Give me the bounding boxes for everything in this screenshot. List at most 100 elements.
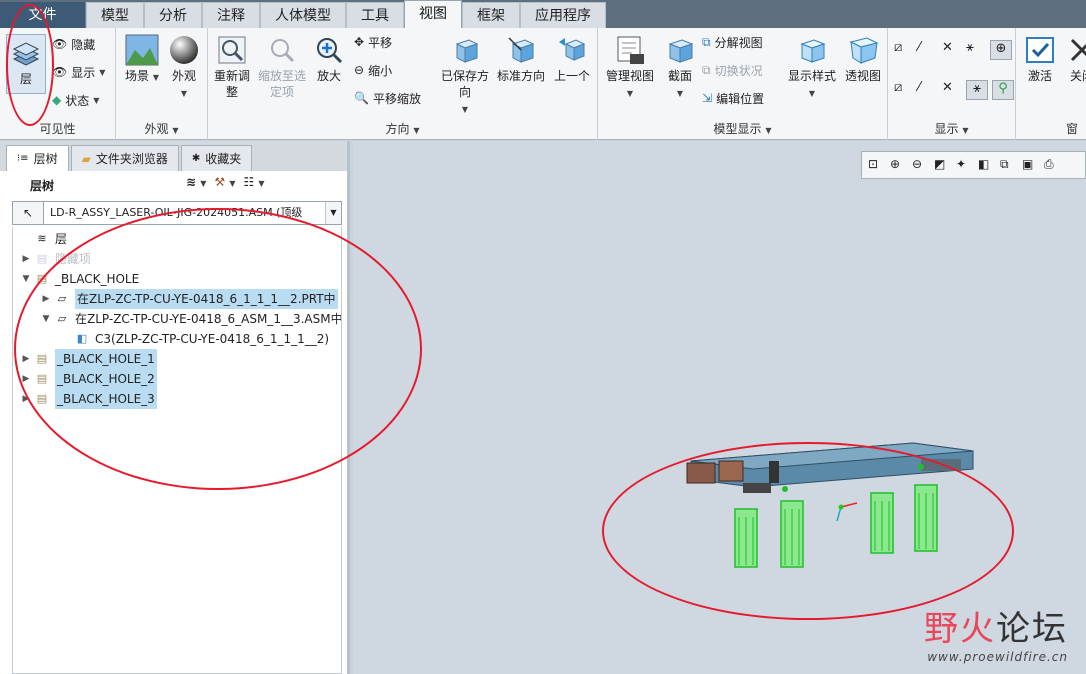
zoom-to-selected-button[interactable]: 缩放至选定项 (256, 34, 308, 100)
menu-tab-8[interactable]: 应用程序 (520, 2, 606, 28)
zoom-in-icon (317, 38, 343, 64)
chevron-down-icon: ▼ (99, 67, 106, 77)
repaint-icon[interactable]: ◩ (934, 157, 950, 173)
toggle-icon: ⧉ (702, 62, 711, 77)
zoom-out-button[interactable]: ⊖ 缩小 (354, 60, 392, 80)
expand-closed-icon[interactable]: ▶ (19, 369, 33, 389)
tab-layer-tree[interactable]: ⁝≡ 层树 (6, 145, 69, 171)
expand-closed-icon[interactable]: ▶ (19, 249, 33, 269)
csys-display-icon[interactable]: ⚹ (966, 40, 986, 60)
zoom-out-icon[interactable]: ⊖ (912, 157, 928, 173)
activate-button[interactable]: 激活 (1020, 34, 1060, 84)
point-tag-icon[interactable]: ✕ (942, 80, 962, 100)
csys-tag-icon[interactable]: ⚹ (966, 80, 988, 100)
tree-row[interactable]: ◧ C3(ZLP-ZC-TP-CU-YE-0418_6_1_1_1__2) (59, 329, 329, 349)
plane-display-icon[interactable]: ⧄ (894, 40, 914, 60)
layer-icon: ▤ (36, 372, 48, 385)
menu-tab-3[interactable]: 注释 (202, 2, 260, 28)
pan-zoom-button[interactable]: 🔍 平移缩放 (354, 88, 421, 108)
tree-row[interactable]: ▶ ▱ 在ZLP-ZC-TP-CU-YE-0418_6_1_1_1__2.PRT中 (39, 289, 338, 309)
visibility-group: 层 👁 隐藏 👁 显示 ▼ ◆ 状态 ▼ 可见性 (0, 28, 116, 140)
expand-open-icon[interactable]: ▼ (39, 309, 53, 329)
tree-row[interactable]: ▶ ▤ _BLACK_HOLE_3 (19, 389, 157, 409)
section-icon[interactable]: ▣ (1022, 157, 1038, 173)
saved-orientations-button[interactable]: 已保存方向▼ (438, 34, 492, 118)
toggle-status-button[interactable]: ⧉ 切换状况 (702, 60, 763, 80)
explode-view-button[interactable]: ⧉ 分解视图 (702, 32, 763, 52)
window-group-label: 窗口 (1066, 122, 1079, 154)
tree-row-label: C3(ZLP-ZC-TP-CU-YE-0418_6_1_1_1__2) (95, 332, 330, 346)
tree-row[interactable]: ▼ ▱ 在ZLP-ZC-TP-CU-YE-0418_6_ASM_1__3.ASM中 (39, 309, 341, 329)
tree-row-label: 在ZLP-ZC-TP-CU-YE-0418_6_1_1_1__2.PRT中 (75, 289, 338, 309)
spin-icon[interactable]: ✦ (956, 157, 972, 173)
appearance-group: 场景 ▼ 外观 ▼ 外观 ▼ (116, 28, 208, 140)
graphics-window[interactable]: ⊡ ⊕ ⊖ ◩ ✦ ◧ ⧉ ▣ ⎙ 野火论坛 www.proewildfire.… (353, 141, 1086, 674)
tab-favorites[interactable]: ✱ 收藏夹 (180, 145, 253, 171)
forum-watermark: 野火论坛 www.proewildfire.cn (924, 601, 1068, 664)
graphics-toolbar: ⊡ ⊕ ⊖ ◩ ✦ ◧ ⧉ ▣ ⎙ (861, 151, 1086, 179)
menu-tab-0[interactable]: 文件 (0, 2, 86, 28)
spin-center-icon[interactable]: ⊕ (990, 40, 1012, 60)
tab-folder-browser[interactable]: ▰ 文件夹浏览器 (70, 145, 179, 171)
expand-open-icon[interactable]: ▼ (19, 269, 33, 289)
annotation-display-icon[interactable]: ⚲ (992, 80, 1014, 100)
saved-views-icon[interactable]: ⧉ (1000, 157, 1016, 173)
axis-tag-icon[interactable]: ⁄ (918, 80, 938, 100)
plane-tag-icon[interactable]: ⧄ (894, 80, 914, 100)
expand-closed-icon[interactable]: ▶ (19, 389, 33, 409)
refit-icon[interactable]: ⊡ (868, 157, 884, 173)
appearance-button[interactable]: 外观 ▼ (164, 34, 204, 102)
tree-row[interactable]: ▶ ▤ 隐藏项 (19, 249, 91, 269)
scene-button[interactable]: 场景 ▼ (120, 34, 164, 86)
display-style-icon[interactable]: ◧ (978, 157, 994, 173)
select-model-button[interactable]: ↖ (12, 201, 44, 225)
layers-icon (12, 42, 40, 66)
expand-closed-icon[interactable]: ▶ (19, 349, 33, 369)
menu-tab-6[interactable]: 视图 (404, 0, 462, 28)
perspective-button[interactable]: 透视图 (840, 34, 886, 84)
camera-icon[interactable]: ⎙ (1044, 157, 1060, 173)
tree-row[interactable]: ▶ ▤ _BLACK_HOLE_2 (19, 369, 157, 389)
menu-tab-4[interactable]: 人体模型 (260, 2, 346, 28)
previous-view-button[interactable]: 上一个 (550, 34, 594, 84)
zoom-in-icon[interactable]: ⊕ (890, 157, 906, 173)
zoom-in-button[interactable]: 放大 (310, 34, 348, 84)
axis-display-icon[interactable]: ⁄ (918, 40, 938, 60)
layer-icon: ▤ (36, 272, 48, 285)
section-button[interactable]: 截面 ▼ (660, 34, 700, 102)
close-icon (1070, 38, 1086, 62)
close-button[interactable]: 关闭 (1062, 34, 1086, 84)
edit-position-button[interactable]: ⇲ 编辑位置 (702, 88, 764, 108)
menu-tab-2[interactable]: 分析 (144, 2, 202, 28)
ribbon: 层 👁 隐藏 👁 显示 ▼ ◆ 状态 ▼ 可见性 场景 ▼ 外观 ▼ 外观 ▼ … (0, 28, 1086, 154)
hide-button[interactable]: 👁 隐藏 (52, 34, 95, 54)
menu-tab-1[interactable]: 模型 (86, 2, 144, 28)
assembly-model[interactable] (673, 421, 1013, 581)
edit-position-icon: ⇲ (702, 91, 713, 105)
model-selector-dropdown[interactable]: LD-R_ASSY_LASER-OIL-JIG-2024051.ASM (顶级 … (44, 201, 342, 225)
menu-tab-7[interactable]: 框架 (462, 2, 520, 28)
expand-closed-icon[interactable]: ▶ (39, 289, 53, 309)
feature-icon: ◧ (76, 332, 88, 345)
eye-icon: 👁 (52, 65, 68, 79)
layer-button[interactable]: 层 (6, 34, 46, 94)
tree-row[interactable]: ≋ 层 (19, 229, 67, 249)
folder-icon: ▰ (81, 151, 91, 166)
standard-orientation-button[interactable]: 标准方向 (494, 34, 548, 84)
show-button[interactable]: 👁 显示 ▼ (52, 62, 105, 82)
manage-views-button[interactable]: 管理视图 ▼ (602, 34, 658, 102)
point-display-icon[interactable]: ✕ (942, 40, 962, 60)
status-button[interactable]: ◆ 状态 ▼ (52, 90, 99, 110)
refit-button[interactable]: 重新调整 (210, 34, 254, 100)
tree-row[interactable]: ▼ ▤ _BLACK_HOLE (19, 269, 140, 289)
layers-menu-icon[interactable]: ≋ ▼ (186, 175, 206, 189)
display-style-button[interactable]: 显示样式 ▼ (786, 34, 838, 102)
layer-tree: ≋ 层 ▶ ▤ 隐藏项 ▼ ▤ _BLACK_HOLE ▶ ▱ 在ZLP-ZC-TP-CU-YE-0… (12, 227, 342, 674)
tools-menu-icon[interactable]: ⚒ ▼ (214, 175, 235, 189)
tree-row[interactable]: ▶ ▤ _BLACK_HOLE_1 (19, 349, 157, 369)
settings-menu-icon[interactable]: ☷ ▼ (243, 175, 264, 189)
pan-button[interactable]: ✥ 平移 (354, 32, 392, 52)
scene-icon (125, 34, 159, 66)
menu-tab-5[interactable]: 工具 (346, 2, 404, 28)
cursor-icon: ↖ (22, 206, 34, 220)
